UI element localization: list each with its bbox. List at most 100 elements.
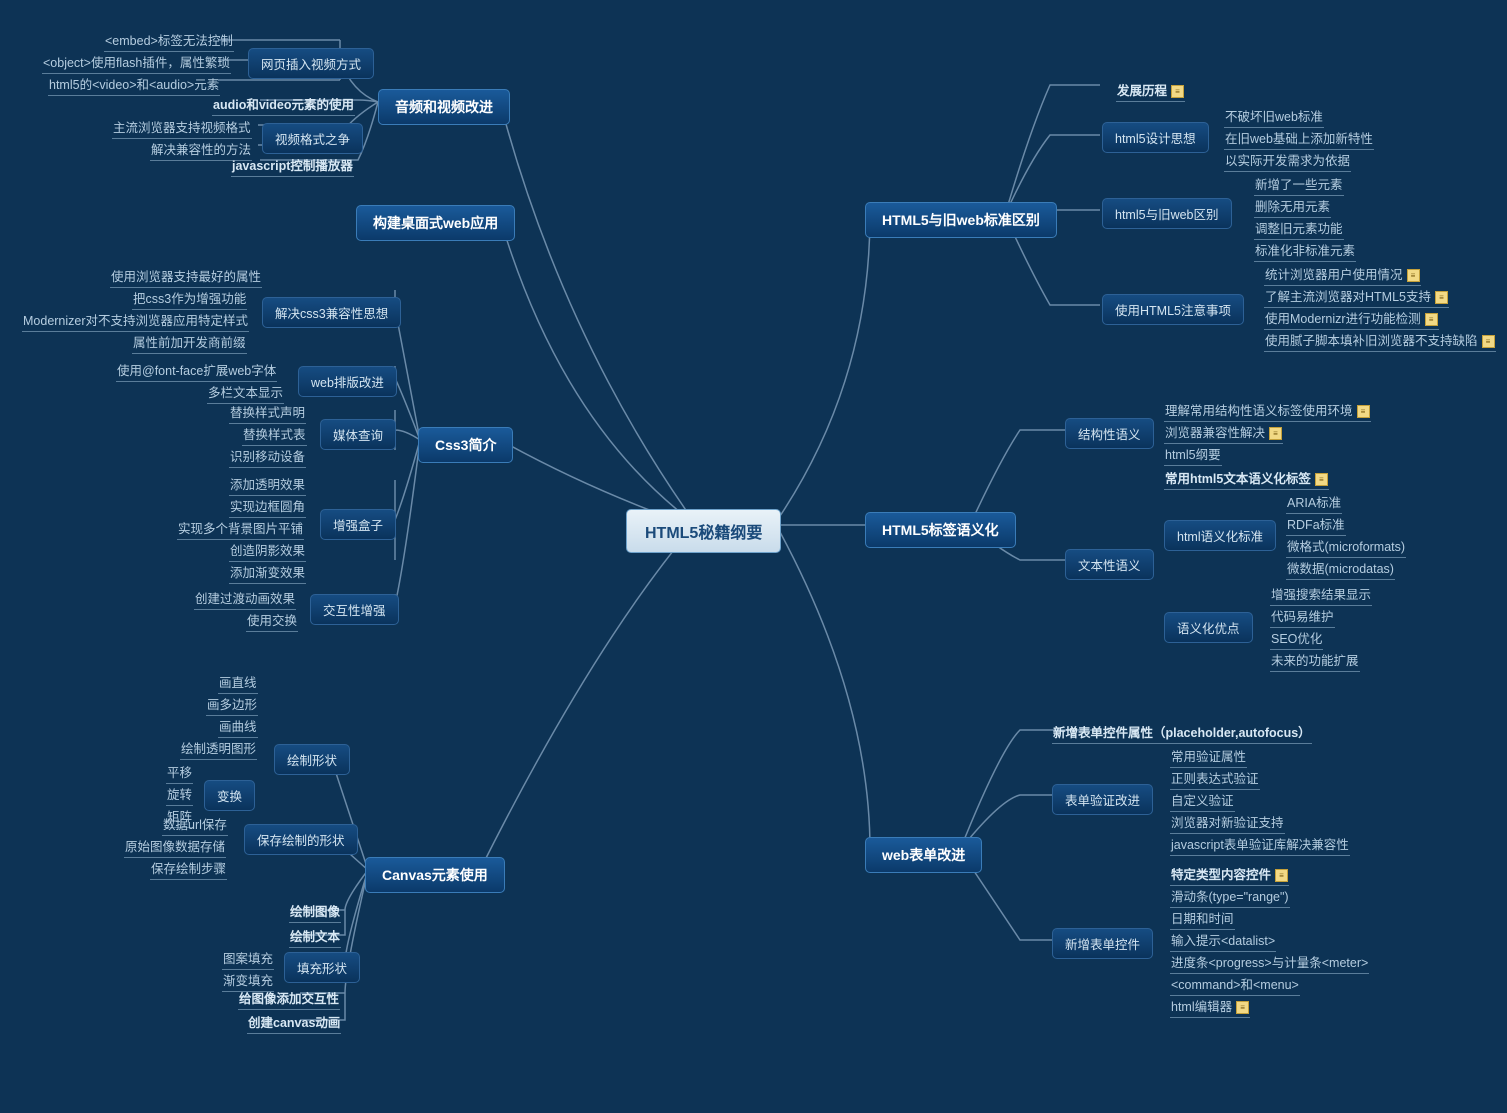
main-audio[interactable]: 音频和视频改进 [378,89,510,125]
main-css3[interactable]: Css3简介 [418,427,513,463]
leaf: 了解主流浏览器对HTML5支持≡ [1264,284,1449,308]
leaf: 画多边形 [206,692,258,716]
leaf-canvas-anim: 创建canvas动画 [247,1010,341,1034]
leaf: 微数据(microdatas) [1286,556,1395,580]
leaf: 把css3作为增强功能 [132,286,247,310]
main-desktop[interactable]: 构建桌面式web应用 [356,205,515,241]
sub-css3-compat[interactable]: 解决css3兼容性思想 [262,297,401,328]
leaf: 删除无用元素 [1254,194,1331,218]
leaf: 画曲线 [218,714,258,738]
leaf: 使用腻子脚本填补旧浏览器不支持缺陷≡ [1264,328,1496,352]
leaf: 画直线 [218,670,258,694]
leaf: 识别移动设备 [229,444,306,468]
sub-note[interactable]: 使用HTML5注意事项 [1102,294,1244,325]
leaf: 新增了一些元素 [1254,172,1344,196]
leaf: 以实际开发需求为依据 [1224,148,1351,172]
sub-vs[interactable]: html5与旧web区别 [1102,198,1232,229]
sub-css3-type[interactable]: web排版改进 [298,366,397,397]
leaf: <object>使用flash插件，属性繁琐 [42,50,231,74]
leaf: 替换样式声明 [229,400,306,424]
leaf: 浏览器对新验证支持 [1170,810,1285,834]
leaf: 代码易维护 [1270,604,1335,628]
sub-design[interactable]: html5设计思想 [1102,122,1209,153]
leaf: 主流浏览器支持视频格式 [112,115,252,139]
leaf: 原始图像数据存储 [124,834,226,858]
note-icon: ≡ [1275,869,1288,882]
leaf: 实现多个背景图片平铺 [177,516,304,540]
leaf: 创建过渡动画效果 [194,586,296,610]
sub-canvas-shape[interactable]: 绘制形状 [274,744,350,775]
main-diff[interactable]: HTML5与旧web标准区别 [865,202,1057,238]
leaf: <command>和<menu> [1170,972,1300,996]
sub-canvas-fill[interactable]: 填充形状 [284,952,360,983]
leaf: 使用浏览器支持最好的属性 [110,264,262,288]
leaf: ARIA标准 [1286,490,1342,514]
leaf: 浏览器兼容性解决≡ [1164,420,1283,444]
note-icon: ≡ [1482,335,1495,348]
leaf: 不破坏旧web标准 [1224,104,1324,128]
sub-video-format[interactable]: 视频格式之争 [262,123,363,154]
sub-canvas-trans[interactable]: 变换 [204,780,255,811]
leaf-canvas-txt: 绘制文本 [289,924,341,948]
leaf: 微格式(microformats) [1286,534,1406,558]
leaf: 在旧web基础上添加新特性 [1224,126,1374,150]
leaf: <embed>标签无法控制 [104,28,234,52]
sub-sem-adv[interactable]: 语义化优点 [1164,612,1253,643]
sub-css3-box[interactable]: 增强盒子 [320,509,396,540]
sub-ctrl[interactable]: 新增表单控件 [1052,928,1153,959]
leaf: 常用验证属性 [1170,744,1247,768]
note-icon: ≡ [1435,291,1448,304]
leaf: 平移 [166,760,193,784]
leaf-history: 发展历程≡ [1116,78,1185,102]
main-semantic[interactable]: HTML5标签语义化 [865,512,1016,548]
sub-canvas-save[interactable]: 保存绘制的形状 [244,824,358,855]
leaf: 实现边框圆角 [229,494,306,518]
note-icon: ≡ [1407,269,1420,282]
note-icon: ≡ [1425,313,1438,326]
leaf: 旋转 [166,782,193,806]
sub-css3-inter[interactable]: 交互性增强 [310,594,399,625]
sub-sem-std[interactable]: html语义化标准 [1164,520,1276,551]
note-icon: ≡ [1269,427,1282,440]
sub-text[interactable]: 文本性语义 [1065,549,1154,580]
leaf: Modernizer对不支持浏览器应用特定样式 [22,308,249,332]
leaf: 数据url保存 [162,812,228,836]
leaf: 调整旧元素功能 [1254,216,1344,240]
leaf: 图案填充 [222,946,274,970]
sub-valid[interactable]: 表单验证改进 [1052,784,1153,815]
leaf: 添加透明效果 [229,472,306,496]
leaf: html5的<video>和<audio>元素 [48,72,220,96]
leaf-form-new: 新增表单控件属性（placeholder,autofocus） [1052,720,1312,744]
leaf: 使用交换 [246,608,298,632]
leaf: 替换样式表 [242,422,307,446]
note-icon: ≡ [1315,473,1328,486]
leaf-js-player: javascript控制播放器 [231,153,354,177]
leaf: 输入提示<datalist> [1170,928,1276,952]
leaf: SEO优化 [1270,626,1323,650]
main-form[interactable]: web表单改进 [865,837,982,873]
note-icon: ≡ [1236,1001,1249,1014]
main-canvas[interactable]: Canvas元素使用 [365,857,505,893]
leaf: 属性前加开发商前缀 [132,330,247,354]
sub-css3-media[interactable]: 媒体查询 [320,419,396,450]
leaf: 增强搜索结果显示 [1270,582,1372,606]
leaf: 日期和时间 [1170,906,1235,930]
leaf: RDFa标准 [1286,512,1346,536]
leaf-common-sem: 常用html5文本语义化标签≡ [1164,466,1329,490]
sub-struct[interactable]: 结构性语义 [1065,418,1154,449]
leaf: 使用Modernizr进行功能检测≡ [1264,306,1439,330]
leaf: html编辑器≡ [1170,994,1250,1018]
leaf: html5纲要 [1164,442,1222,466]
note-icon: ≡ [1357,405,1370,418]
root-node[interactable]: HTML5秘籍纲要 [626,509,781,553]
leaf: 统计浏览器用户使用情况≡ [1264,262,1421,286]
sub-video-insert[interactable]: 网页插入视频方式 [248,48,374,79]
leaf: 创造阴影效果 [229,538,306,562]
leaf: 滑动条(type="range") [1170,884,1290,908]
leaf: 使用@font-face扩展web字体 [116,358,277,382]
leaf: 自定义验证 [1170,788,1235,812]
leaf: 进度条<progress>与计量条<meter> [1170,950,1369,974]
leaf: 理解常用结构性语义标签使用环境≡ [1164,398,1371,422]
leaf: 标准化非标准元素 [1254,238,1356,262]
leaf: 绘制透明图形 [180,736,257,760]
